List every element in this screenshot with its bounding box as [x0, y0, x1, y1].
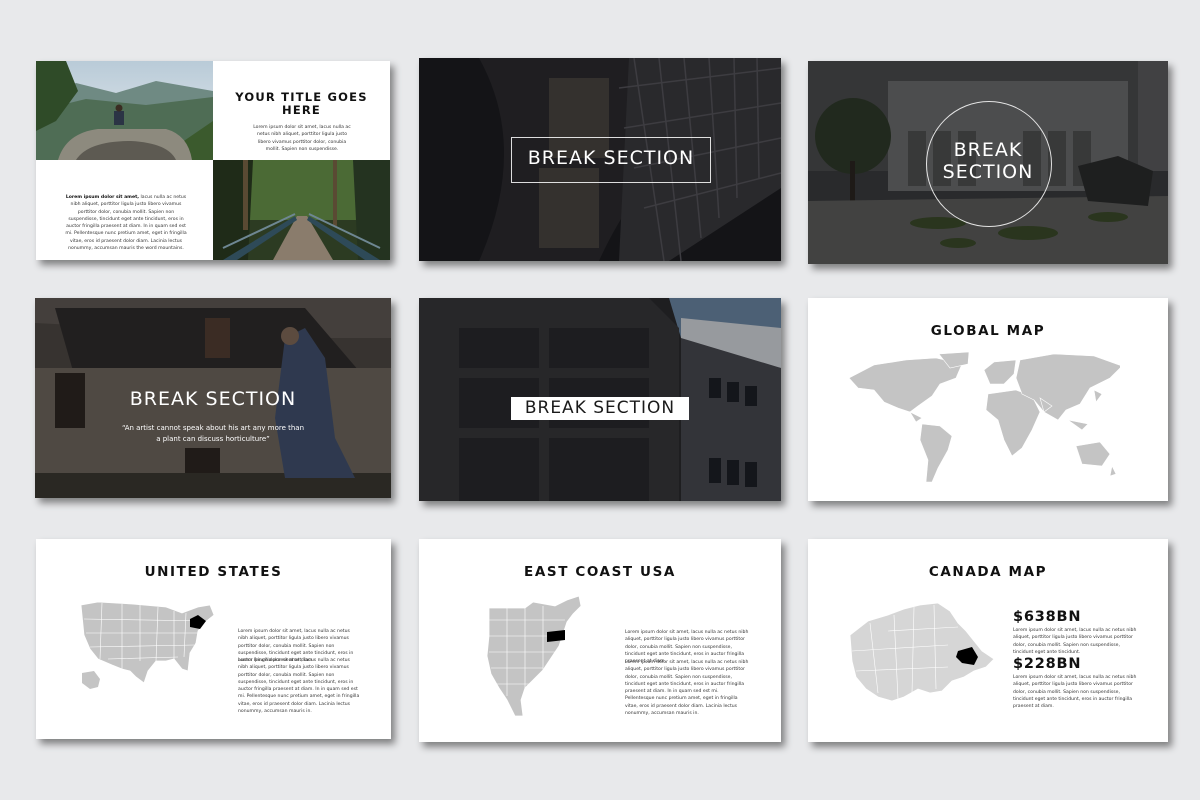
- east-coast-map: [486, 596, 582, 717]
- break-quote: “An artist cannot speak about his art an…: [121, 424, 305, 443]
- bottom-body-rest: lacus nulla ac netus nibh aliquet, portt…: [65, 195, 187, 252]
- mountain-photo: [36, 61, 213, 160]
- slide-break-office[interactable]: BREAK SECTION: [419, 298, 781, 501]
- slide-global-map[interactable]: GLOBAL MAP: [808, 298, 1168, 501]
- slide-title: EAST COAST USA: [524, 564, 676, 580]
- pennsylvania-highlight: [547, 630, 565, 642]
- us-paragraph-2: Lorem ipsum dolor sit amet, lacus nulla …: [238, 658, 360, 715]
- forest-bridge-photo: [213, 160, 390, 260]
- title-body-text: Lorem ipsum dolor sit amet, lacus nulla …: [253, 125, 351, 152]
- east-coast-states-shape: [486, 596, 582, 717]
- stat-value-1: $638BN: [1013, 609, 1082, 625]
- break-title: BREAK SECTION: [129, 388, 297, 410]
- canada-map: [849, 602, 995, 702]
- slide-east-coast[interactable]: EAST COAST USA Lorem ipsum dolor sit ame…: [419, 539, 781, 742]
- slide-united-states[interactable]: UNITED STATES Lorem ipsum dolor sit amet…: [36, 539, 391, 739]
- slide-title: YOUR TITLE GOES HERE: [235, 90, 368, 117]
- stat-description-1: Lorem ipsum dolor sit amet, lacus nulla …: [1013, 628, 1137, 655]
- bottom-body-text: Lorem ipsum dolor sit amet, lacus nulla …: [65, 194, 187, 252]
- east-coast-paragraph-2: Lorem ipsum dolor sit amet, lacus nulla …: [625, 660, 749, 717]
- stat-value-2: $228BN: [1013, 656, 1082, 672]
- slide-title-grid[interactable]: YOUR TITLE GOES HERE Lorem ipsum dolor s…: [36, 61, 390, 260]
- break-title: BREAK SECTION: [527, 147, 695, 169]
- us-states-shape: [80, 601, 215, 684]
- stat-description-2: Lorem ipsum dolor sit amet, lacus nulla …: [1013, 675, 1137, 710]
- slide-title: UNITED STATES: [144, 564, 283, 580]
- title-text-block: YOUR TITLE GOES HERE Lorem ipsum dolor s…: [213, 61, 390, 160]
- world-map: [848, 351, 1120, 483]
- slide-title: CANADA MAP: [928, 564, 1048, 580]
- slide-canada-map[interactable]: CANADA MAP $638BN Lorem ipsum dolor sit …: [808, 539, 1168, 742]
- slide-break-house[interactable]: BREAK SECTION “An artist cannot speak ab…: [35, 298, 391, 498]
- break-title: BREAK SECTION: [524, 398, 676, 418]
- us-map: [80, 601, 215, 689]
- bottom-body-lead: Lorem ipsum dolor sit amet,: [65, 195, 140, 200]
- bottom-text-block: Lorem ipsum dolor sit amet, lacus nulla …: [36, 160, 213, 260]
- slide-break-library[interactable]: BREAK SECTION: [419, 58, 781, 261]
- slide-break-building[interactable]: BREAK SECTION: [808, 61, 1168, 264]
- slide-title: GLOBAL MAP: [930, 323, 1046, 339]
- break-title: BREAK SECTION: [942, 139, 1034, 183]
